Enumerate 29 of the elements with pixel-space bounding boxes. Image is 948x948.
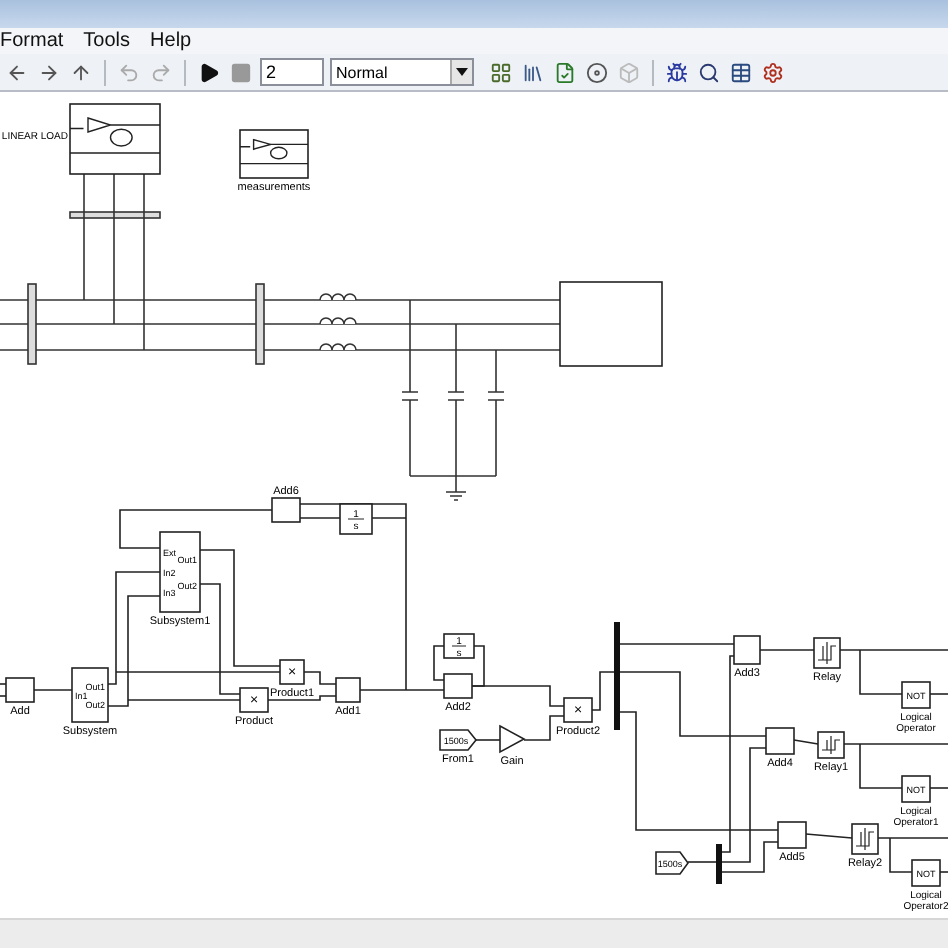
settings-icon[interactable] [760,59,786,86]
grid-icon[interactable] [488,59,514,86]
sum-block [733,636,761,666]
menu-item[interactable]: Help [150,29,192,52]
relay-block [851,824,879,856]
sum-block [5,678,35,704]
stop-time-field[interactable]: 2 [260,58,324,87]
table-icon[interactable] [728,59,754,86]
menu-item[interactable]: Tools [83,29,131,52]
bus-bar [716,844,722,885]
caret-icon [456,68,468,77]
sum-block [765,728,795,756]
subsystem-block [559,282,663,368]
sum-block [335,678,361,704]
gain-block [499,725,526,755]
disc-icon[interactable] [584,59,610,86]
sum-block [443,674,473,700]
bug-icon[interactable] [664,59,690,86]
relay-block [813,638,841,670]
menu-item[interactable]: Format [0,29,64,52]
sum-block [271,498,301,524]
document-check-icon[interactable] [552,59,578,86]
simulation-mode-dropdown[interactable]: Normal [330,58,474,87]
search-icon[interactable] [696,59,722,86]
bus-bar [614,622,620,731]
play-icon[interactable] [196,59,222,86]
relay-block [817,732,845,760]
library-icon[interactable] [520,59,546,86]
sum-block [777,822,807,850]
